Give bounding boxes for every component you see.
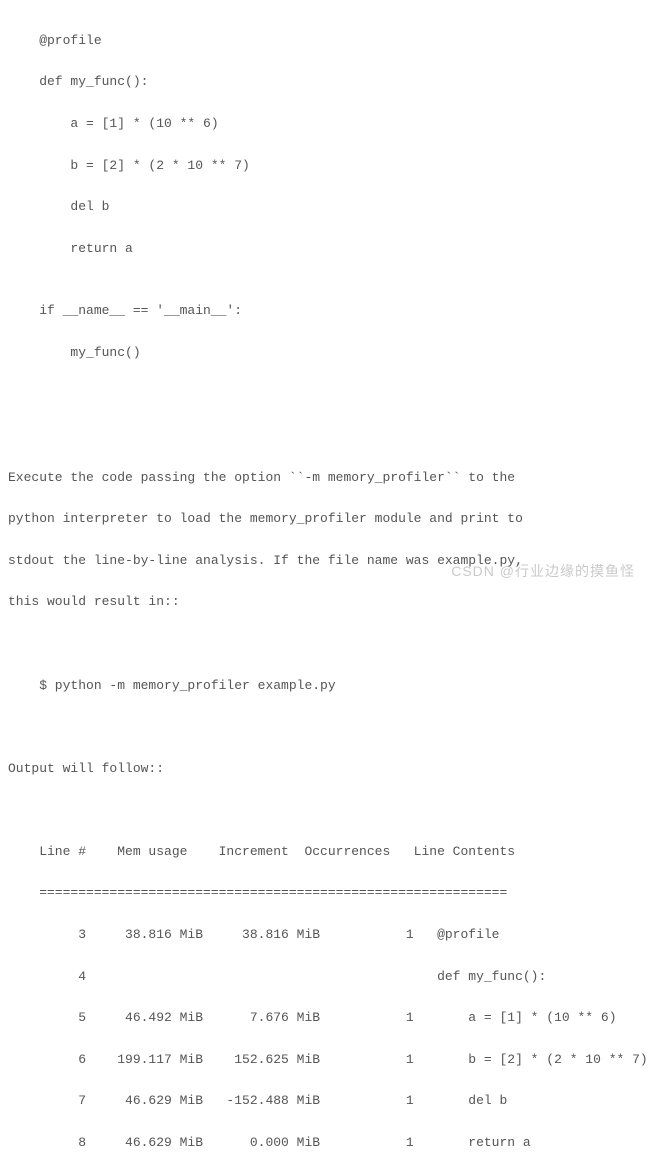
table-row: 8 46.629 MiB 0.000 MiB 1 return a: [8, 1133, 657, 1154]
watermark-text: CSDN @行业边缘的摸鱼怪: [451, 560, 635, 582]
prose-line: Output will follow::: [8, 759, 657, 780]
command-line: $ python -m memory_profiler example.py: [8, 676, 657, 697]
prose-line: python interpreter to load the memory_pr…: [8, 509, 657, 530]
code-line: def my_func():: [8, 72, 657, 93]
table-row: 7 46.629 MiB -152.488 MiB 1 del b: [8, 1091, 657, 1112]
code-line: @profile: [8, 31, 657, 52]
code-line: return a: [8, 239, 657, 260]
table-header: Line # Mem usage Increment Occurrences L…: [8, 842, 657, 863]
code-line: my_func(): [8, 343, 657, 364]
code-line: b = [2] * (2 * 10 ** 7): [8, 156, 657, 177]
table-row: 3 38.816 MiB 38.816 MiB 1 @profile: [8, 925, 657, 946]
prose-line: this would result in::: [8, 592, 657, 613]
code-line: del b: [8, 197, 657, 218]
prose-line: Execute the code passing the option ``-m…: [8, 468, 657, 489]
code-line: if __name__ == '__main__':: [8, 301, 657, 322]
document-body: @profile def my_func(): a = [1] * (10 **…: [0, 0, 665, 1176]
table-row: 5 46.492 MiB 7.676 MiB 1 a = [1] * (10 *…: [8, 1008, 657, 1029]
code-line: a = [1] * (10 ** 6): [8, 114, 657, 135]
table-row: 6 199.117 MiB 152.625 MiB 1 b = [2] * (2…: [8, 1050, 657, 1071]
table-rule: ========================================…: [8, 883, 657, 904]
table-row: 4 def my_func():: [8, 967, 657, 988]
